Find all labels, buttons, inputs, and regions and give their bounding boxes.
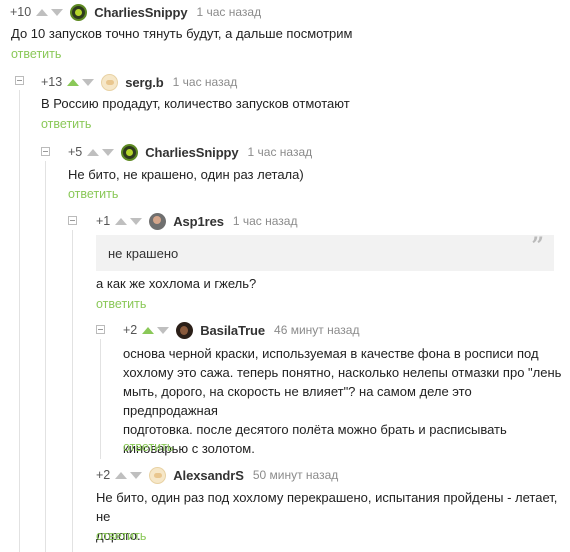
comment-text: В Россию продадут, количество запусков о… bbox=[41, 96, 350, 111]
collapse-minus-icon[interactable] bbox=[41, 147, 50, 156]
thread-line[interactable] bbox=[72, 230, 73, 552]
avatar[interactable] bbox=[70, 3, 88, 21]
vote-down-icon[interactable] bbox=[157, 326, 170, 334]
comment-author[interactable]: AlexsandrS bbox=[173, 468, 244, 483]
comment-author[interactable]: Asp1res bbox=[173, 214, 224, 229]
comment-time[interactable]: 1 час назад bbox=[173, 75, 238, 89]
text-line: основа черной краски, используемая в кач… bbox=[123, 346, 539, 361]
reply-button[interactable]: ответить bbox=[11, 47, 61, 61]
comment-text: До 10 запусков точно тянуть будут, а дал… bbox=[11, 26, 353, 41]
vote-up-icon[interactable] bbox=[87, 148, 100, 156]
comment-rating: +2 bbox=[123, 323, 138, 337]
comment-rating: +13 bbox=[41, 75, 63, 89]
comment-author[interactable]: serg.b bbox=[125, 75, 164, 90]
collapse-minus-icon[interactable] bbox=[96, 325, 105, 334]
reply-button[interactable]: ответить bbox=[68, 187, 118, 201]
comment-time[interactable]: 1 час назад bbox=[196, 5, 261, 19]
reply-button[interactable]: ответить bbox=[96, 297, 146, 311]
quote-icon: ” bbox=[531, 233, 544, 259]
avatar[interactable] bbox=[121, 143, 139, 161]
avatar[interactable] bbox=[176, 321, 194, 339]
vote-down-icon[interactable] bbox=[51, 8, 64, 16]
text-line: киноварью с золотом. bbox=[123, 441, 255, 456]
quote-text: не крашено bbox=[108, 246, 179, 261]
avatar[interactable] bbox=[149, 212, 167, 230]
reply-button[interactable]: ответить bbox=[41, 117, 91, 131]
comment-quote: не крашено ” bbox=[96, 235, 554, 271]
comment-author[interactable]: CharliesSnippy bbox=[145, 145, 238, 160]
text-line: хохлому это сажа. теперь понятно, наскол… bbox=[123, 365, 562, 380]
comment-text: а как же хохлома и гжель? bbox=[96, 276, 257, 291]
comment-text: основа черной краски, используемая в кач… bbox=[123, 344, 563, 458]
vote-up-icon[interactable] bbox=[142, 326, 155, 334]
comment-time[interactable]: 1 час назад bbox=[233, 214, 298, 228]
comment-text: Не бито, не крашено, один раз летала) bbox=[68, 167, 304, 182]
reply-button[interactable]: ответить bbox=[96, 529, 146, 543]
comment-time[interactable]: 1 час назад bbox=[248, 145, 313, 159]
comment-rating: +10 bbox=[10, 5, 32, 19]
text-line: дорого. bbox=[96, 528, 141, 543]
avatar[interactable] bbox=[101, 73, 119, 91]
vote-up-icon[interactable] bbox=[67, 78, 80, 86]
comment-text: Не бито, один раз под хохлому перекрашен… bbox=[96, 488, 564, 545]
comment-rating: +2 bbox=[96, 468, 111, 482]
comment-time[interactable]: 50 минут назад bbox=[253, 468, 338, 482]
collapse-minus-icon[interactable] bbox=[15, 76, 24, 85]
avatar[interactable] bbox=[149, 466, 167, 484]
comment-header: +5 CharliesSnippy 1 час назад bbox=[68, 142, 312, 162]
text-line: мыть, дорого, на скорость не влияет"? на… bbox=[123, 384, 472, 418]
thread-line[interactable] bbox=[19, 90, 20, 552]
thread-line[interactable] bbox=[45, 161, 46, 552]
comment-header: +13 serg.b 1 час назад bbox=[41, 72, 237, 92]
thread-line[interactable] bbox=[100, 339, 101, 459]
vote-up-icon[interactable] bbox=[115, 471, 128, 479]
collapse-minus-icon[interactable] bbox=[68, 216, 77, 225]
text-line: подготовка. после десятого полёта можно … bbox=[123, 422, 507, 437]
comment-rating: +1 bbox=[96, 214, 111, 228]
comment-author[interactable]: CharliesSnippy bbox=[94, 5, 187, 20]
vote-down-icon[interactable] bbox=[130, 217, 143, 225]
vote-down-icon[interactable] bbox=[102, 148, 115, 156]
comment-header: +10 CharliesSnippy 1 час назад bbox=[10, 2, 261, 22]
comment-header: +2 AlexsandrS 50 минут назад bbox=[96, 465, 338, 485]
text-line: Не бито, один раз под хохлому перекрашен… bbox=[96, 490, 558, 524]
vote-up-icon[interactable] bbox=[36, 8, 49, 16]
vote-down-icon[interactable] bbox=[82, 78, 95, 86]
comment-author[interactable]: BasilaTrue bbox=[200, 323, 265, 338]
comment-header: +2 BasilaTrue 46 минут назад bbox=[123, 320, 359, 340]
comment-header: +1 Asp1res 1 час назад bbox=[96, 211, 298, 231]
comment-time[interactable]: 46 минут назад bbox=[274, 323, 359, 337]
comment-rating: +5 bbox=[68, 145, 83, 159]
vote-down-icon[interactable] bbox=[130, 471, 143, 479]
vote-up-icon[interactable] bbox=[115, 217, 128, 225]
reply-button[interactable]: ответить bbox=[123, 440, 173, 454]
